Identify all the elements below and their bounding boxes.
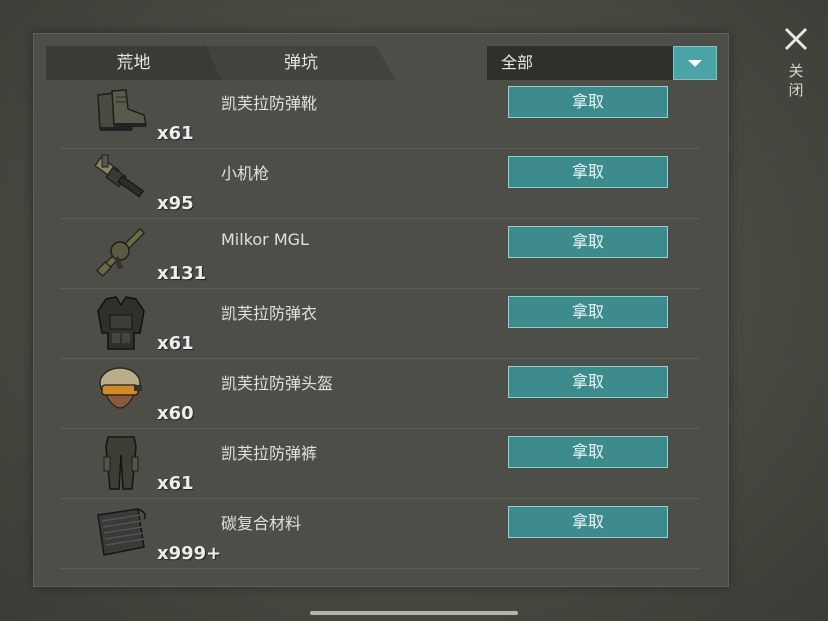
tab-wasteland[interactable]: 荒地 xyxy=(46,46,221,80)
item-quantity: x999+ xyxy=(157,543,222,564)
item-name: 小机枪 xyxy=(221,164,270,183)
carbon-sheet-icon xyxy=(97,508,146,556)
filter-dropdown[interactable]: 全部 xyxy=(487,46,717,80)
item-quantity: x61 xyxy=(157,473,194,494)
take-button[interactable]: 拿取 xyxy=(508,366,668,398)
take-button[interactable]: 拿取 xyxy=(508,296,668,328)
take-button[interactable]: 拿取 xyxy=(508,436,668,468)
smg-icon xyxy=(94,154,145,198)
armored-pants-icon xyxy=(103,436,139,490)
list-item: x131 Milkor MGL 拿取 xyxy=(60,218,700,289)
triangle-down-icon xyxy=(688,60,702,67)
item-list[interactable]: x61 凯芙拉防弹靴 拿取 x95 小机枪 拿取 x131 Milkor MGL… xyxy=(34,86,728,586)
boots-icon xyxy=(97,89,147,131)
take-button[interactable]: 拿取 xyxy=(508,506,668,538)
grenade-launcher-icon xyxy=(96,227,146,277)
close-x-icon[interactable] xyxy=(781,24,811,54)
take-button[interactable]: 拿取 xyxy=(508,86,668,118)
tab-bar: 弹坑 荒地 xyxy=(46,46,406,80)
body-armor-icon xyxy=(97,296,145,350)
close-label[interactable]: 关闭 xyxy=(785,62,807,100)
tab-crater[interactable]: 弹坑 xyxy=(206,46,396,80)
list-item: x61 凯芙拉防弹裤 拿取 xyxy=(60,428,700,499)
item-quantity: x131 xyxy=(157,263,207,284)
item-name: 凯芙拉防弹头盔 xyxy=(221,374,334,393)
list-item: x61 凯芙拉防弹靴 拿取 xyxy=(60,86,700,149)
dropdown-toggle-button[interactable] xyxy=(673,46,717,80)
list-item: x95 小机枪 拿取 xyxy=(60,148,700,219)
list-item: x999+ 碳复合材料 拿取 xyxy=(60,498,700,569)
list-item: x61 凯芙拉防弹衣 拿取 xyxy=(60,288,700,359)
helmet-icon xyxy=(99,367,142,409)
home-indicator xyxy=(310,611,518,615)
item-quantity: x61 xyxy=(157,123,194,144)
item-name: 碳复合材料 xyxy=(221,514,302,533)
item-quantity: x95 xyxy=(157,193,194,214)
item-quantity: x61 xyxy=(157,333,194,354)
take-button[interactable]: 拿取 xyxy=(508,226,668,258)
filter-selected-label: 全部 xyxy=(501,53,534,72)
item-quantity: x60 xyxy=(157,403,194,424)
item-name: Milkor MGL xyxy=(221,230,309,249)
item-name: 凯芙拉防弹靴 xyxy=(221,94,318,113)
take-button[interactable]: 拿取 xyxy=(508,156,668,188)
loot-panel: 弹坑 荒地 全部 x61 凯芙拉防弹靴 拿取 x95 小机枪 拿取 x131 M… xyxy=(33,33,729,587)
item-name: 凯芙拉防弹裤 xyxy=(221,444,318,463)
list-item: x60 凯芙拉防弹头盔 拿取 xyxy=(60,358,700,429)
item-name: 凯芙拉防弹衣 xyxy=(221,304,318,323)
